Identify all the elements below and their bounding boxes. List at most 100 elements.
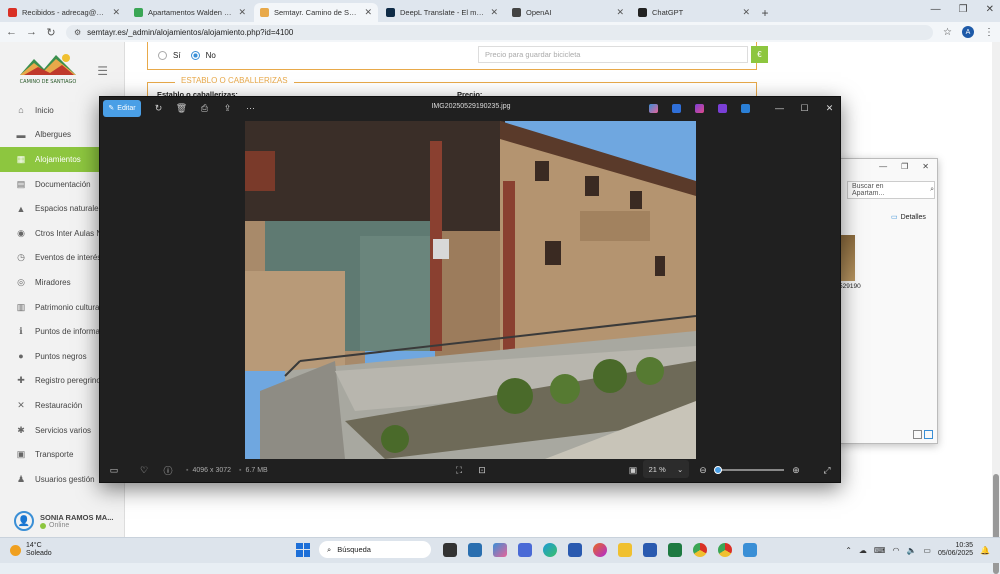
- details-button[interactable]: ▭ Detalles: [891, 213, 926, 222]
- page-scrollbar[interactable]: [992, 42, 1000, 574]
- browser-tab[interactable]: Semtayr. Camino de Santiago. E... ✕: [254, 3, 378, 22]
- onedrive-icon[interactable]: [741, 103, 750, 113]
- tab-bar: Recibidos - adrecag@adrecag...✕Apartamen…: [0, 0, 1000, 22]
- share-icon[interactable]: ⇪: [216, 103, 239, 114]
- sidebar-item-label: Servicios varios: [35, 425, 92, 435]
- tab-close-icon[interactable]: ✕: [364, 7, 372, 18]
- print-icon[interactable]: ⎙: [193, 103, 216, 114]
- more-options-icon[interactable]: ⋯: [239, 103, 262, 114]
- thumbnail-view-icon[interactable]: [924, 430, 933, 439]
- price-bike-input[interactable]: Precio para guardar bicicleta: [478, 46, 748, 63]
- zoom-out-icon[interactable]: ⊖: [691, 465, 715, 476]
- chevron-up-icon[interactable]: ⌃: [845, 546, 852, 555]
- copilot-icon[interactable]: [649, 103, 658, 113]
- excel-icon[interactable]: [668, 542, 682, 557]
- tab-title: OpenAI: [526, 8, 552, 17]
- clipchamp-icon[interactable]: [695, 103, 704, 113]
- tab-close-icon[interactable]: ✕: [616, 7, 624, 18]
- bookmark-star-icon[interactable]: ☆: [943, 27, 952, 38]
- slideshow-icon[interactable]: ▣: [621, 465, 645, 476]
- radio-no[interactable]: [190, 51, 200, 60]
- temperature: 14°C: [26, 542, 42, 549]
- browser-tab[interactable]: Recibidos - adrecag@adrecag... ✕: [2, 3, 126, 22]
- wifi-icon[interactable]: ◠: [892, 546, 899, 555]
- explorer-close-icon[interactable]: ✕: [922, 162, 929, 171]
- tab-close-icon[interactable]: ✕: [490, 7, 498, 18]
- tab-close-icon[interactable]: ✕: [112, 7, 120, 18]
- site-info-icon[interactable]: ⚙: [74, 28, 81, 37]
- word-icon[interactable]: [643, 542, 657, 557]
- weather-condition: Soleado: [26, 550, 52, 557]
- close-icon[interactable]: ✕: [986, 4, 994, 15]
- start-button[interactable]: [296, 542, 310, 557]
- copilot-taskbar-icon[interactable]: [493, 542, 507, 557]
- zoom-slider[interactable]: [714, 466, 784, 474]
- browser-tab[interactable]: ChatGPT ✕: [632, 3, 756, 22]
- back-icon[interactable]: ←: [6, 26, 17, 38]
- file-explorer-icon[interactable]: [618, 542, 632, 557]
- zoom-in-icon[interactable]: ⊕: [784, 465, 808, 476]
- radio-si-label: Sí: [173, 51, 181, 60]
- browser-tab[interactable]: DeepL Translate - El mejor trad... ✕: [380, 3, 504, 22]
- explorer-search-input[interactable]: Buscar en Apartam... ⌕: [847, 181, 935, 199]
- browser-tab[interactable]: Apartamentos Walden | gaiaro... ✕: [128, 3, 252, 22]
- actual-size-icon[interactable]: ⊡: [470, 465, 494, 476]
- taskbar-search[interactable]: ⌕ Búsqueda: [319, 541, 431, 558]
- file-size-icon: ▪: [239, 466, 242, 474]
- restore-icon[interactable]: ❐: [959, 4, 968, 15]
- hamburger-menu-icon[interactable]: ☰: [97, 64, 108, 78]
- zoom-select[interactable]: 21 % ⌄: [643, 460, 689, 478]
- tab-favicon-icon: [512, 8, 521, 17]
- delete-icon[interactable]: 🗑: [170, 103, 193, 114]
- task-view-icon[interactable]: [443, 542, 457, 557]
- forward-icon[interactable]: →: [26, 26, 37, 38]
- chrome-profile-icon[interactable]: [718, 542, 732, 557]
- explorer-restore-icon[interactable]: ❐: [901, 162, 908, 171]
- more-menu-icon[interactable]: ⋮: [984, 27, 994, 38]
- clock[interactable]: 10:35 05/06/2025: [938, 542, 973, 558]
- photos-maximize-icon[interactable]: ☐: [792, 103, 817, 114]
- stable-legend: ESTABLO O CABALLERIZAS: [175, 76, 294, 85]
- profile-avatar[interactable]: A: [962, 26, 974, 38]
- file-explorer-window[interactable]: — ❐ ✕ Buscar en Apartam... ⌕ ▭ Detalles …: [838, 158, 938, 444]
- edit-button[interactable]: ✎ Editar: [103, 99, 141, 117]
- site-logo[interactable]: CAMINO DE SANTIAGO ☰: [0, 42, 124, 98]
- fullscreen-icon[interactable]: ⤢: [815, 465, 839, 476]
- edge-icon[interactable]: [543, 542, 557, 557]
- new-tab-button[interactable]: +: [756, 4, 774, 22]
- price-bike-placeholder: Precio para guardar bicicleta: [485, 50, 581, 59]
- firefox-icon[interactable]: [593, 542, 607, 557]
- weather-widget[interactable]: 14°C Soleado: [10, 542, 52, 558]
- tab-close-icon[interactable]: ✕: [742, 7, 750, 18]
- zoom-slider-knob[interactable]: [714, 466, 722, 474]
- tab-close-icon[interactable]: ✕: [238, 7, 246, 18]
- browser-tab[interactable]: OpenAI ✕: [506, 3, 630, 22]
- store-icon[interactable]: [568, 542, 582, 557]
- video-editor-icon[interactable]: [718, 103, 727, 113]
- reload-icon[interactable]: ↻: [46, 26, 56, 39]
- url-field[interactable]: ⚙ semtayr.es/_admin/alojamientos/alojami…: [66, 24, 934, 40]
- photos-minimize-icon[interactable]: —: [767, 103, 792, 113]
- file-thumbnail[interactable]: [839, 235, 855, 281]
- battery-icon[interactable]: ▭: [923, 546, 931, 555]
- volume-icon[interactable]: 🔈: [906, 546, 916, 555]
- teams-icon[interactable]: [518, 542, 532, 557]
- explorer-minimize-icon[interactable]: —: [879, 162, 887, 171]
- info-icon[interactable]: ⓘ: [156, 464, 180, 477]
- favorite-heart-icon[interactable]: ♡: [132, 465, 156, 476]
- rotate-icon[interactable]: ↻: [147, 103, 170, 114]
- chrome-icon[interactable]: [693, 542, 707, 557]
- notifications-icon[interactable]: 🔔: [980, 546, 990, 555]
- filmstrip-icon[interactable]: ▭: [102, 465, 126, 476]
- widgets-icon[interactable]: [468, 542, 482, 557]
- photos-close-icon[interactable]: ✕: [817, 103, 842, 114]
- radio-si[interactable]: [158, 51, 167, 60]
- minimize-icon[interactable]: —: [931, 4, 941, 15]
- fit-screen-icon[interactable]: ⛶: [447, 465, 471, 476]
- designer-icon[interactable]: [672, 103, 681, 113]
- list-view-icon[interactable]: [913, 430, 922, 439]
- user-panel[interactable]: 👤 SONIA RAMOS MA... Online: [14, 511, 113, 531]
- language-icon[interactable]: ⌨: [874, 546, 886, 555]
- photos-taskbar-icon[interactable]: [743, 542, 757, 557]
- onedrive-tray-icon[interactable]: ☁: [859, 546, 867, 555]
